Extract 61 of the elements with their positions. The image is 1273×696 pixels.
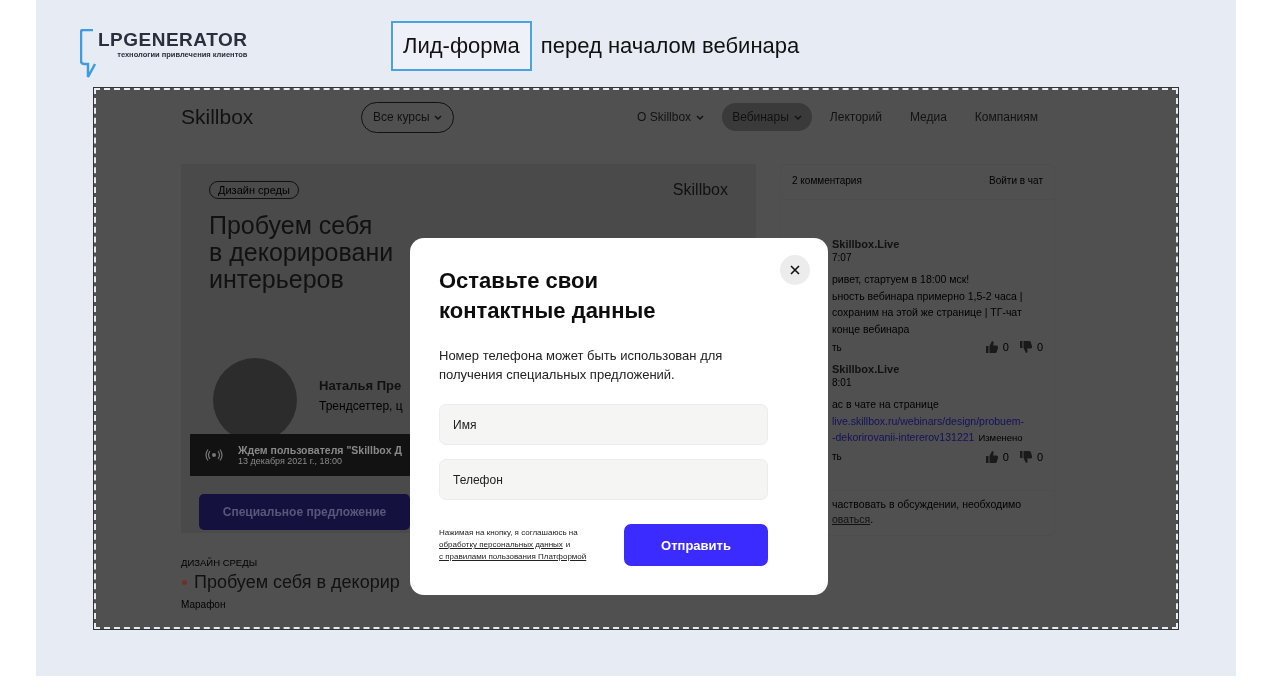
privacy-link[interactable]: обработку персональных данных [439,539,563,551]
category-label: ДИЗАЙН СРЕДЫ [181,557,258,568]
reply-link[interactable]: ть [832,451,842,462]
author-name: Skillbox.Live [832,238,901,250]
slide-title-text: перед началом вебинара [540,33,800,59]
message-link[interactable]: live.skillbox.ru/webinars/design/probuem- [832,412,1024,429]
message-text: конце вебинара [832,321,910,337]
input-field[interactable]: Имя [439,404,768,445]
live-status-text: Ждем пользователя "Skillbox Д [238,444,403,456]
speaker-name: Наталья Пре [319,377,403,393]
reply-link[interactable]: ть [832,341,842,353]
close-icon [790,265,800,275]
dialog-title: Оставьте свои контактные данные [439,267,657,325]
consent-text: Нажимая на кнопку, я соглашаюсь на [439,527,579,539]
punctuation: . [870,513,874,525]
webinar-title: Пробуем себя [209,212,373,239]
message-text: ривет, стартуем в 18:00 мск! [832,272,970,287]
close-button[interactable] [780,255,810,285]
dialog-description: Номер телефона может быть использован для получения специальных предложений. [439,347,724,384]
live-date: 13 декабря 2021 г., 18:00 [238,456,343,466]
terms-link[interactable]: с правилами пользования Платформой [439,551,587,563]
webinar-title: Пробуем себя в декорир [194,572,400,593]
message-time: 7:07 [832,252,852,263]
highlighted-title: Лид-форма [391,21,532,71]
nav-link[interactable]: О Skillbox [627,103,715,131]
logo-wordmark: LPGENERATOR [98,29,248,51]
comment-count: 2 комментария [792,175,862,188]
login-link[interactable]: Войти в чат [989,175,1043,189]
thumbs-up-icon [984,449,999,464]
speech-bubble-icon [80,29,96,79]
brand-label: Skillbox [672,181,728,199]
webinar-title: в декорировани [209,239,394,266]
dislike-count: 0 [1036,450,1043,463]
speaker-role: Трендсеттер, ц [319,398,403,413]
site-logo[interactable]: Skillbox [181,105,361,129]
webinar-type: Марафон [181,599,226,610]
nav-link[interactable]: Лекторий [819,103,892,131]
like-count: 0 [1002,450,1009,463]
bullet-icon [182,580,187,585]
message-time: 8:01 [832,377,852,388]
caret-icon [433,113,442,121]
message-text: ас в чате на странице [832,397,939,412]
nav-link[interactable]: Компаниям [964,103,1048,131]
message-link[interactable]: -dekorirovanii-intererov131221 [832,429,975,446]
broadcast-icon [205,449,223,461]
submit-button[interactable]: Отправить [624,524,768,566]
webinar-title: интерьеров [209,266,344,293]
thumbs-down-icon [1018,340,1033,354]
consent-text: и [565,539,571,551]
dislike-count: 0 [1036,341,1043,353]
author-name: Skillbox.Live [832,363,901,375]
chat-notice: частвовать в обсуждении, необходимо [832,497,1023,512]
special-offer-button[interactable]: Специальное предложение [199,494,410,530]
like-count: 0 [1002,341,1009,353]
input-field[interactable]: Телефон [439,459,768,500]
message-text: ьность вебинара примерно 1,5-2 часа | [832,288,1023,304]
nav-link[interactable]: Медиа [899,103,957,131]
thumbs-up-icon [984,340,999,354]
message-text: сохраним на этой же странице | ТГ-чат [832,305,1022,320]
thumbs-down-icon [1018,449,1033,464]
edited-label: Изменено [978,431,1023,445]
